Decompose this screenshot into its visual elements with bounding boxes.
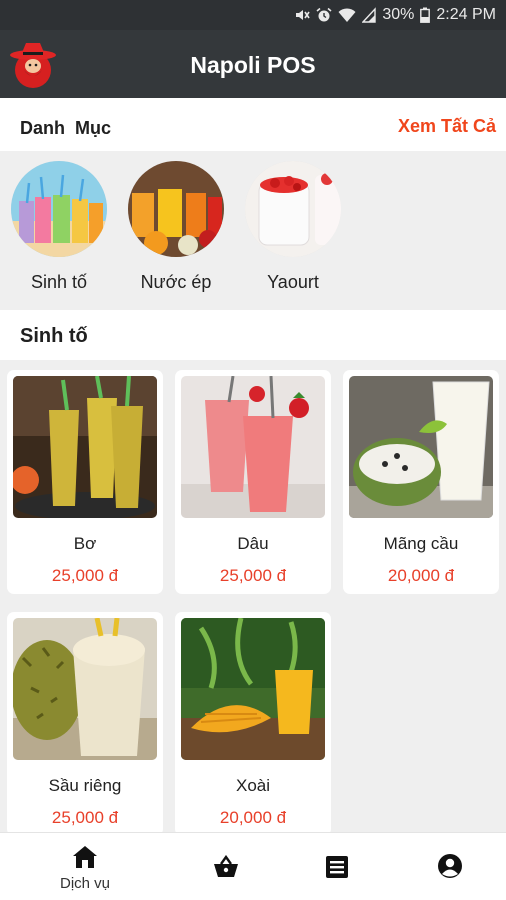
see-all-link[interactable]: Xem Tất Cả bbox=[398, 116, 496, 137]
nav-item-orders[interactable] bbox=[275, 833, 401, 900]
product-card-sau-rieng[interactable]: Sầu riêng 25,000 đ bbox=[7, 612, 163, 832]
app-bar: Napoli POS bbox=[0, 30, 506, 98]
mute-icon bbox=[296, 10, 311, 20]
category-item-sinh-to[interactable]: Sinh tố bbox=[0, 161, 118, 293]
category-header: Danh Mục Xem Tất Cả bbox=[0, 98, 506, 151]
category-item-nuoc-ep[interactable]: Nước ép bbox=[117, 161, 235, 293]
bottom-nav: Dịch vụ bbox=[0, 832, 506, 900]
product-price: 25,000 đ bbox=[219, 566, 287, 585]
wifi-icon bbox=[338, 8, 356, 22]
product-name: Bơ bbox=[73, 534, 97, 553]
category-image bbox=[11, 161, 107, 257]
section-title: Sinh tố bbox=[20, 325, 88, 347]
category-heading: Danh Mục bbox=[20, 118, 112, 138]
product-card-xoai[interactable]: Xoài 20,000 đ bbox=[175, 612, 331, 832]
clock: 2:24 PM bbox=[436, 6, 496, 23]
product-price: 20,000 đ bbox=[387, 566, 455, 585]
category-name: Sinh tố bbox=[30, 272, 88, 292]
status-bar: 30% 2:24 PM bbox=[0, 0, 506, 30]
nav-item-dich-vu[interactable]: Dịch vụ bbox=[22, 833, 148, 900]
product-image bbox=[13, 376, 157, 518]
basket-icon bbox=[214, 855, 238, 877]
product-image bbox=[349, 376, 493, 518]
nav-item-cart[interactable] bbox=[163, 833, 289, 900]
product-image bbox=[13, 618, 157, 760]
category-image bbox=[245, 161, 341, 257]
battery-icon bbox=[420, 7, 431, 23]
product-price: 20,000 đ bbox=[219, 808, 287, 827]
product-name: Dâu bbox=[237, 534, 269, 553]
product-card-mang-cau[interactable]: Mãng cầu 20,000 đ bbox=[343, 370, 499, 594]
status-icons: 30% 2:24 PM bbox=[294, 6, 496, 24]
product-card-bo[interactable]: Bơ 25,000 đ bbox=[7, 370, 163, 594]
category-image bbox=[128, 161, 224, 257]
product-name: Xoài bbox=[235, 776, 271, 795]
product-image bbox=[181, 376, 325, 518]
home-icon bbox=[73, 846, 97, 868]
product-price: 25,000 đ bbox=[51, 808, 119, 827]
category-list: Sinh tố Nước ép Yaourt bbox=[0, 151, 506, 309]
section-header: Sinh tố bbox=[0, 310, 506, 360]
nav-item-account[interactable] bbox=[387, 833, 506, 900]
product-grid: Bơ 25,000 đ Dâu 25,000 đ Mãng cầu 20,000… bbox=[0, 360, 506, 832]
nav-label: Dịch vụ bbox=[59, 875, 111, 892]
product-name: Mãng cầu bbox=[383, 534, 459, 553]
product-name: Sầu riêng bbox=[48, 776, 122, 795]
account-icon bbox=[438, 854, 462, 878]
category-name: Nước ép bbox=[140, 272, 212, 292]
category-name: Yaourt bbox=[267, 272, 319, 292]
alarm-icon bbox=[316, 7, 332, 22]
product-price: 25,000 đ bbox=[51, 566, 119, 585]
battery-percent: 30% bbox=[382, 6, 415, 23]
product-image bbox=[181, 618, 325, 760]
product-card-dau[interactable]: Dâu 25,000 đ bbox=[175, 370, 331, 594]
category-item-yaourt[interactable]: Yaourt bbox=[234, 161, 352, 293]
app-title: Napoli POS bbox=[190, 52, 316, 78]
list-icon bbox=[326, 856, 348, 878]
signal-icon bbox=[362, 7, 377, 23]
